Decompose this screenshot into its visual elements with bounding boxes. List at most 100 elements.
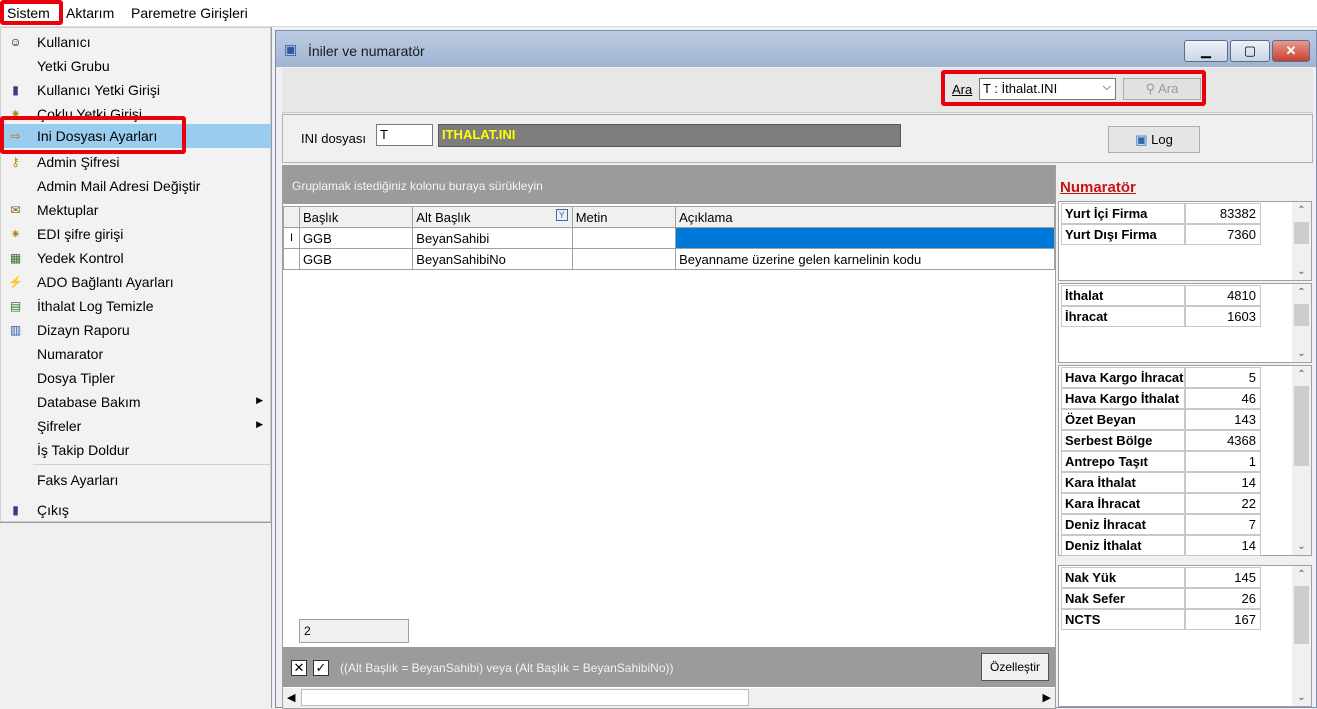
- numarator-key: Deniz İhracat: [1061, 514, 1185, 535]
- scroll-down-icon[interactable]: ⌄: [1292, 689, 1311, 706]
- menu-item-mektuplar[interactable]: ✉ Mektuplar: [1, 198, 271, 222]
- maximize-icon: ▢: [1243, 43, 1257, 58]
- vertical-scrollbar[interactable]: ⌃ ⌄: [1292, 566, 1311, 706]
- menu-paremetre-girisleri[interactable]: Paremetre Girişleri: [131, 5, 248, 21]
- filter-enabled-checkbox[interactable]: ✓: [313, 660, 329, 676]
- key-icon: ⚷: [11, 155, 20, 169]
- numarator-value[interactable]: 5: [1185, 367, 1261, 388]
- vertical-scrollbar[interactable]: ⌃ ⌄: [1292, 284, 1311, 362]
- menu-item-dosya-tipler[interactable]: Dosya Tipler: [1, 366, 271, 390]
- vertical-scrollbar[interactable]: ⌃ ⌄: [1292, 202, 1311, 280]
- cell-baslik[interactable]: GGB: [298, 248, 414, 270]
- highlight-sistem: [0, 0, 63, 25]
- menu-item-ithalat-log-temizle[interactable]: ▤ İthalat Log Temizle: [1, 294, 271, 318]
- group-by-area: Gruplamak istediğiniz kolonu buraya sürü…: [283, 166, 1055, 204]
- cell-aciklama-selected[interactable]: [675, 227, 1055, 249]
- row-indicator: [283, 248, 300, 270]
- column-header-metin[interactable]: Metin: [571, 206, 677, 228]
- numarator-panel-ithalat-ihracat: İthalat 4810 İhracat 1603 ⌃ ⌄: [1058, 283, 1312, 363]
- filter-text[interactable]: ((Alt Başlık = BeyanSahibi) veya (Alt Ba…: [340, 661, 673, 675]
- numarator-value[interactable]: 1603: [1185, 306, 1261, 327]
- cell-alt-baslik[interactable]: BeyanSahibi: [412, 227, 573, 249]
- cell-metin[interactable]: [571, 248, 677, 270]
- menu-item-sifreler[interactable]: Şifreler ▶: [1, 414, 271, 438]
- column-header-baslik[interactable]: Başlık: [298, 206, 414, 228]
- numarator-key: Nak Sefer: [1061, 588, 1185, 609]
- log-button-label: Log: [1151, 132, 1173, 147]
- menu-item-cikis[interactable]: ▮ Çıkış: [1, 498, 271, 522]
- close-button[interactable]: ✕: [1272, 40, 1310, 62]
- column-header-alt-baslik[interactable]: Alt Başlık Y: [412, 206, 573, 228]
- numarator-value[interactable]: 26: [1185, 588, 1261, 609]
- numarator-value[interactable]: 7: [1185, 514, 1261, 535]
- menu-item-admin-mail[interactable]: Admin Mail Adresi Değiştir: [1, 174, 271, 198]
- numarator-value[interactable]: 14: [1185, 472, 1261, 493]
- submenu-arrow-icon: ▶: [256, 419, 263, 429]
- scroll-down-icon[interactable]: ⌄: [1292, 538, 1311, 555]
- list-item: Yurt İçi Firma 83382: [1061, 203, 1261, 224]
- horizontal-scrollbar[interactable]: ◀ ▶: [283, 688, 1055, 708]
- vertical-scrollbar[interactable]: ⌃ ⌄: [1292, 366, 1311, 555]
- menu-item-edi-sifre[interactable]: ✷ EDI şifre girişi: [1, 222, 271, 246]
- scroll-down-icon[interactable]: ⌄: [1292, 263, 1311, 280]
- table-row[interactable]: GGB BeyanSahibiNo Beyanname üzerine gele…: [283, 248, 1055, 270]
- numarator-value[interactable]: 22: [1185, 493, 1261, 514]
- numarator-value[interactable]: 167: [1185, 609, 1261, 630]
- menu-item-database-bakim[interactable]: Database Bakım ▶: [1, 390, 271, 414]
- menu-item-kullanici[interactable]: ☺ Kullanıcı: [1, 30, 271, 54]
- customize-button[interactable]: Özelleştir: [981, 653, 1049, 681]
- column-header-aciklama[interactable]: Açıklama: [675, 206, 1055, 228]
- numarator-value[interactable]: 143: [1185, 409, 1261, 430]
- numarator-value[interactable]: 4368: [1185, 430, 1261, 451]
- ini-code-input[interactable]: T: [376, 124, 433, 146]
- scroll-thumb[interactable]: [1294, 222, 1309, 244]
- scroll-up-icon[interactable]: ⌃: [1292, 284, 1311, 301]
- menu-aktarim[interactable]: Aktarım: [66, 5, 114, 21]
- numarator-value[interactable]: 46: [1185, 388, 1261, 409]
- table-row[interactable]: I GGB BeyanSahibi: [283, 227, 1055, 249]
- numarator-value[interactable]: 7360: [1185, 224, 1261, 245]
- scroll-thumb[interactable]: [301, 689, 749, 706]
- menu-item-is-takip-doldur[interactable]: İş Takip Doldur: [1, 438, 271, 462]
- scroll-down-icon[interactable]: ⌄: [1292, 345, 1311, 362]
- menu-item-faks-ayarlari[interactable]: Faks Ayarları: [1, 468, 271, 492]
- menu-item-yedek-kontrol[interactable]: ▦ Yedek Kontrol: [1, 246, 271, 270]
- scroll-up-icon[interactable]: ⌃: [1292, 566, 1311, 583]
- scroll-left-icon[interactable]: ◀: [287, 691, 295, 704]
- menu-item-dizayn-raporu[interactable]: ▥ Dizayn Raporu: [1, 318, 271, 342]
- numarator-value[interactable]: 14: [1185, 535, 1261, 556]
- numarator-value[interactable]: 1: [1185, 451, 1261, 472]
- numarator-value[interactable]: 145: [1185, 567, 1261, 588]
- scroll-thumb[interactable]: [1294, 386, 1309, 466]
- maximize-button[interactable]: ▢: [1230, 40, 1270, 62]
- filter-icon[interactable]: Y: [555, 209, 568, 221]
- ini-name-field: ITHALAT.INI: [438, 124, 901, 147]
- clear-filter-icon[interactable]: ✕: [291, 660, 307, 676]
- menu-item-yetki-grubu[interactable]: Yetki Grubu: [1, 54, 271, 78]
- numarator-key: İhracat: [1061, 306, 1185, 327]
- cell-aciklama[interactable]: Beyanname üzerine gelen karnelinin kodu: [675, 248, 1055, 270]
- scroll-up-icon[interactable]: ⌃: [1292, 366, 1311, 383]
- menu-item-kullanici-yetki-girisi[interactable]: ▮ Kullanıcı Yetki Girişi: [1, 78, 271, 102]
- list-item: Kara İthalat 14: [1061, 472, 1261, 493]
- numarator-key: Antrepo Taşıt: [1061, 451, 1185, 472]
- scroll-thumb[interactable]: [1294, 304, 1309, 326]
- numarator-key: Özet Beyan: [1061, 409, 1185, 430]
- submenu-arrow-icon: ▶: [256, 395, 263, 405]
- cell-metin[interactable]: [571, 227, 677, 249]
- cell-alt-baslik[interactable]: BeyanSahibiNo: [412, 248, 573, 270]
- minimize-button[interactable]: ▁: [1184, 40, 1228, 62]
- numarator-value[interactable]: 4810: [1185, 285, 1261, 306]
- menu-item-numarator[interactable]: Numarator: [1, 342, 271, 366]
- scroll-up-icon[interactable]: ⌃: [1292, 202, 1311, 219]
- cell-baslik[interactable]: GGB: [298, 227, 414, 249]
- numarator-key: Yurt Dışı Firma: [1061, 224, 1185, 245]
- menu-empty-area: [0, 522, 271, 708]
- window-icon: ▣: [284, 41, 298, 57]
- log-button[interactable]: ▣ Log: [1108, 126, 1200, 153]
- scroll-thumb[interactable]: [1294, 586, 1309, 644]
- menu-item-ado-baglanti[interactable]: ⚡ ADO Bağlantı Ayarları: [1, 270, 271, 294]
- scroll-right-icon[interactable]: ▶: [1043, 691, 1051, 704]
- ini-file-bar: INI dosyası T ITHALAT.INI ▣ Log: [282, 114, 1313, 163]
- numarator-value[interactable]: 83382: [1185, 203, 1261, 224]
